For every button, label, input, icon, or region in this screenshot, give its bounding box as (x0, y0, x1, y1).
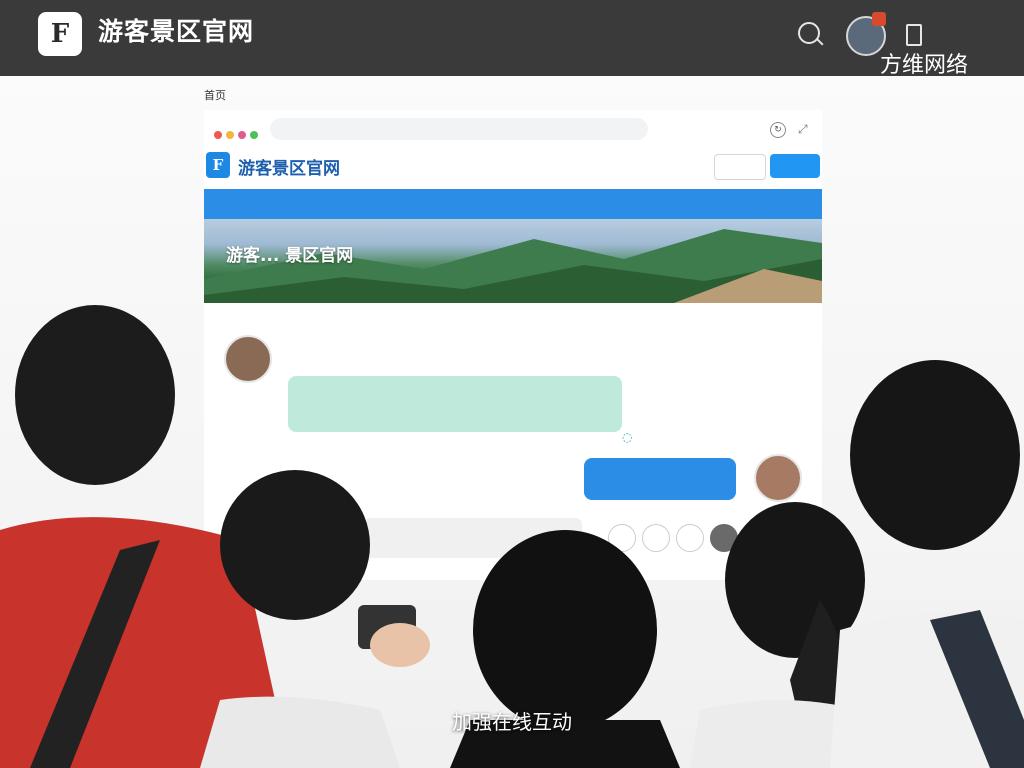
site-logo-icon: F (206, 152, 230, 178)
outer-nav-home[interactable]: 首页 (204, 87, 226, 103)
visitors-silhouettes (0, 305, 1024, 768)
outer-nav: 首页 (0, 80, 1024, 106)
register-button[interactable] (770, 154, 820, 178)
person-head (15, 305, 175, 485)
share-icon[interactable]: ⤢ (798, 122, 808, 137)
person-head (473, 530, 657, 730)
brand-caption: 方维网络 (880, 53, 969, 78)
search-icon[interactable] (798, 22, 820, 44)
extra-dot[interactable] (250, 131, 258, 139)
inner-site-title: 游客景区官网 (238, 159, 340, 179)
person-head (220, 470, 370, 620)
logo: F (38, 12, 82, 56)
top-bar: F 游客景区官网 方维网络 (0, 0, 1024, 78)
address-bar[interactable] (270, 118, 648, 140)
phone-icon[interactable] (906, 24, 922, 46)
footer-caption: 加强在线互动 (452, 710, 572, 734)
person-head (850, 360, 1020, 550)
minimize-dot[interactable] (226, 131, 234, 139)
close-dot[interactable] (214, 131, 222, 139)
window-controls (214, 124, 262, 143)
notification-badge (872, 12, 886, 26)
banner-title: 游客... 景区官网 (226, 246, 354, 266)
hand (370, 623, 430, 667)
maximize-dot[interactable] (238, 131, 246, 139)
login-button[interactable] (714, 154, 766, 180)
banner-image: 游客... 景区官网 (204, 219, 822, 303)
site-nav (204, 189, 822, 219)
reload-icon[interactable]: ↻ (770, 122, 786, 138)
site-title: 游客景区官网 (98, 17, 255, 46)
